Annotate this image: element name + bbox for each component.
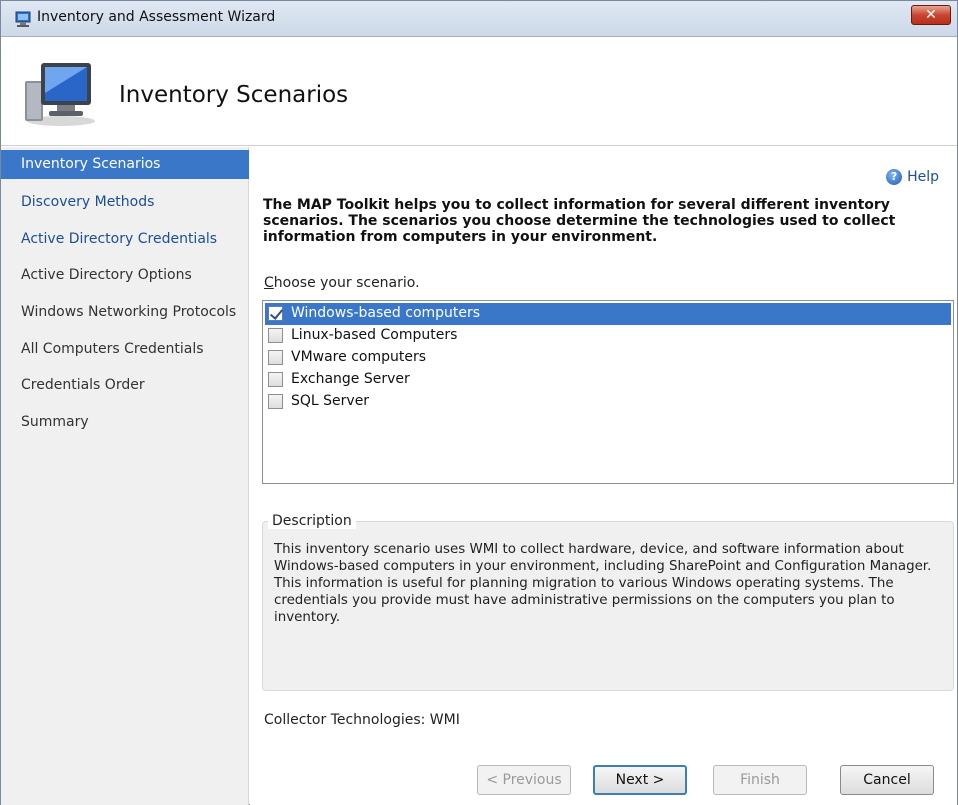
wizard-window: Inventory and Assessment Wizard ✕ Invent… <box>0 0 958 805</box>
scenario-checkbox-exchange[interactable] <box>268 372 283 387</box>
choose-scenario-label: Choose your scenario. <box>264 275 420 291</box>
help-link[interactable]: ? Help <box>886 169 939 185</box>
wizard-header: Inventory Scenarios <box>1 37 957 146</box>
cancel-button[interactable]: Cancel <box>840 765 934 795</box>
scenario-item-sql[interactable]: SQL Server <box>265 391 951 413</box>
finish-button[interactable]: Finish <box>713 765 807 795</box>
scenario-checkbox-vmware[interactable] <box>268 350 283 365</box>
choose-label-accelerator: C <box>264 275 274 291</box>
scenario-item-linux[interactable]: Linux-based Computers <box>265 325 951 347</box>
scenario-label: VMware computers <box>291 349 427 365</box>
window-title: Inventory and Assessment Wizard <box>37 9 276 25</box>
main-panel: ? Help The MAP Toolkit helps you to coll… <box>250 147 957 805</box>
scenario-checkbox-sql[interactable] <box>268 394 283 409</box>
wizard-steps-nav: Inventory Scenarios Discovery Methods Ac… <box>1 147 249 805</box>
scenario-label: Exchange Server <box>291 371 410 387</box>
scenario-label: SQL Server <box>291 393 370 409</box>
description-text: This inventory scenario uses WMI to coll… <box>274 542 932 625</box>
description-title: Description <box>268 513 356 529</box>
close-button[interactable]: ✕ <box>911 5 951 25</box>
computer-icon <box>25 63 95 126</box>
next-button[interactable]: Next > <box>593 765 687 795</box>
scenario-checkbox-windows[interactable] <box>268 306 283 321</box>
previous-button[interactable]: < Previous <box>477 765 571 795</box>
nav-item-active-directory-credentials[interactable]: Active Directory Credentials <box>1 225 249 254</box>
nav-item-summary: Summary <box>21 414 89 430</box>
nav-item-discovery-methods[interactable]: Discovery Methods <box>1 188 249 217</box>
scenario-checkbox-linux[interactable] <box>268 328 283 343</box>
scenario-item-vmware[interactable]: VMware computers <box>265 347 951 369</box>
choose-label-text: hoose your scenario. <box>273 275 420 291</box>
nav-item-active-directory-options: Active Directory Options <box>21 267 192 283</box>
scenario-label: Windows-based computers <box>291 305 481 321</box>
scenario-item-windows[interactable]: Windows-based computers <box>265 303 951 325</box>
intro-text: The MAP Toolkit helps you to collect inf… <box>263 197 896 245</box>
nav-item-all-computers-credentials: All Computers Credentials <box>21 341 204 357</box>
nav-item-credentials-order: Credentials Order <box>21 377 145 393</box>
scenario-list[interactable]: Windows-based computers Linux-based Comp… <box>262 300 954 484</box>
nav-item-inventory-scenarios[interactable]: Inventory Scenarios <box>1 150 249 179</box>
title-bar: Inventory and Assessment Wizard ✕ <box>1 1 957 37</box>
page-title: Inventory Scenarios <box>119 82 349 108</box>
app-icon <box>15 11 31 27</box>
scenario-label: Linux-based Computers <box>291 327 458 343</box>
help-icon: ? <box>886 169 903 185</box>
collector-technologies: Collector Technologies: WMI <box>264 712 460 728</box>
help-label: Help <box>907 169 939 185</box>
close-icon: ✕ <box>925 7 937 23</box>
scenario-item-exchange[interactable]: Exchange Server <box>265 369 951 391</box>
nav-item-windows-networking-protocols: Windows Networking Protocols <box>21 304 237 320</box>
